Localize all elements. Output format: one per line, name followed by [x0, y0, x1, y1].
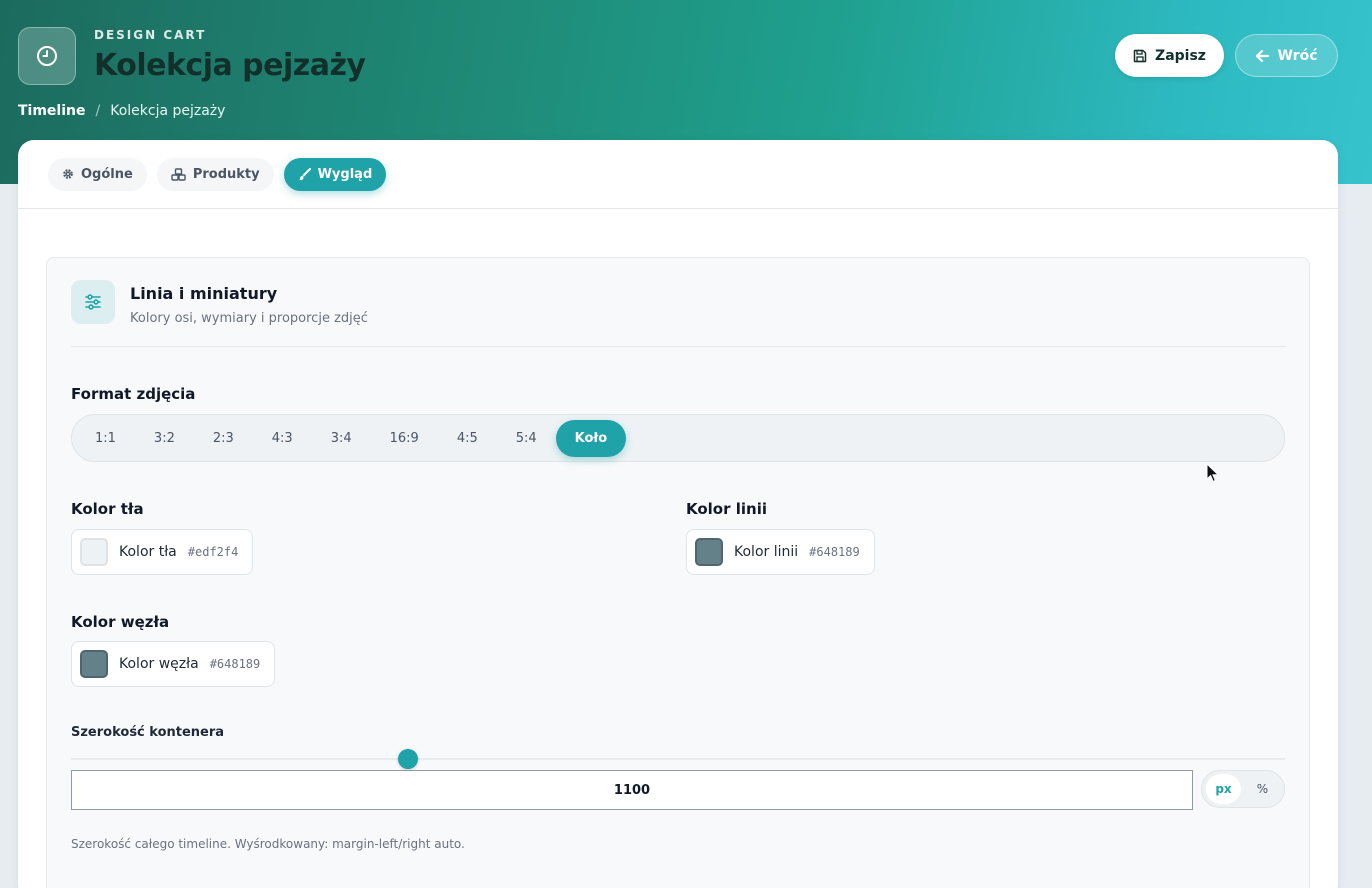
format-option-4-3[interactable]: 4:3 [253, 420, 312, 457]
slider-thumb[interactable] [398, 749, 419, 769]
format-option-3-2[interactable]: 3:2 [135, 420, 194, 457]
gear-icon [63, 169, 73, 179]
settings-card: Ogólne Produkty Wygląd Linia i miniatury… [18, 140, 1338, 888]
tab-products[interactable]: Produkty [156, 157, 274, 191]
sliders-icon [71, 280, 115, 324]
floppy-disk-icon [1133, 49, 1147, 62]
node-color-hex: #648189 [209, 657, 261, 671]
node-color-name: Kolor węzła [119, 656, 199, 672]
line-thumbnails-section: Linia i miniatury Kolory osi, wymiary i … [46, 257, 1310, 888]
format-option-2-3[interactable]: 2:3 [194, 420, 253, 457]
container-width-input[interactable] [71, 770, 1193, 810]
format-option-4-5[interactable]: 4:5 [438, 420, 497, 457]
arrow-left-icon [1256, 49, 1270, 62]
back-button-label: Wróć [1277, 47, 1318, 64]
tab-general[interactable]: Ogólne [48, 157, 147, 191]
tab-bar: Ogólne Produkty Wygląd [18, 140, 1338, 209]
line-color-hex: #648189 [809, 545, 860, 559]
page-title: Kolekcja pejzaży [94, 48, 366, 83]
unit-percent-option[interactable]: % [1245, 774, 1280, 804]
background-color-name: Kolor tła [119, 544, 177, 560]
unit-px-option[interactable]: px [1206, 774, 1241, 804]
cubes-icon [171, 167, 186, 181]
back-button[interactable]: Wróć [1235, 34, 1338, 77]
section-title: Linia i miniatury [130, 284, 278, 303]
format-option-5-4[interactable]: 5:4 [497, 420, 556, 457]
app-kicker: DESIGN CART [94, 28, 207, 42]
save-button-label: Zapisz [1155, 47, 1206, 64]
tab-general-label: Ogólne [81, 166, 133, 182]
container-width-hint: Szerokość całego timeline. Wyśrodkowany:… [71, 837, 465, 851]
section-subtitle: Kolory osi, wymiary i proporcje zdjęć [130, 311, 368, 326]
background-color-swatch [80, 538, 108, 566]
background-color-label: Kolor tła [71, 500, 144, 518]
container-width-label: Szerokość kontenera [71, 725, 225, 740]
breadcrumb-root-link[interactable]: Timeline [18, 103, 86, 119]
breadcrumb: Timeline / Kolekcja pejzaży [18, 103, 225, 119]
format-option-circle[interactable]: Koło [555, 419, 627, 457]
node-color-label: Kolor węzła [71, 613, 170, 631]
breadcrumb-current: Kolekcja pejzaży [110, 103, 226, 119]
tab-products-label: Produkty [192, 166, 260, 182]
node-color-swatch [80, 650, 108, 678]
line-color-name: Kolor linii [734, 544, 799, 560]
format-selector: 1:1 3:2 2:3 4:3 3:4 16:9 4:5 5:4 Koło [71, 414, 1285, 462]
format-label: Format zdjęcia [71, 385, 196, 403]
format-option-16-9[interactable]: 16:9 [371, 420, 438, 457]
format-option-3-4[interactable]: 3:4 [312, 420, 371, 457]
breadcrumb-separator: / [95, 103, 101, 119]
line-color-swatch [695, 538, 723, 566]
tab-appearance-label: Wygląd [317, 166, 373, 182]
clock-icon [18, 27, 76, 85]
unit-toggle: px % [1201, 770, 1285, 808]
background-color-picker[interactable]: Kolor tła #edf2f4 [71, 529, 254, 575]
node-color-picker[interactable]: Kolor węzła #648189 [71, 641, 276, 687]
save-button[interactable]: Zapisz [1115, 34, 1224, 77]
brush-icon [298, 167, 311, 180]
line-color-picker[interactable]: Kolor linii #648189 [686, 529, 875, 575]
section-divider [71, 346, 1285, 347]
tab-appearance[interactable]: Wygląd [283, 157, 387, 191]
mouse-cursor-icon [1206, 463, 1220, 483]
format-option-1-1[interactable]: 1:1 [76, 420, 135, 457]
container-width-slider[interactable] [71, 749, 1285, 769]
background-color-hex: #edf2f4 [187, 545, 239, 559]
line-color-label: Kolor linii [686, 500, 767, 518]
